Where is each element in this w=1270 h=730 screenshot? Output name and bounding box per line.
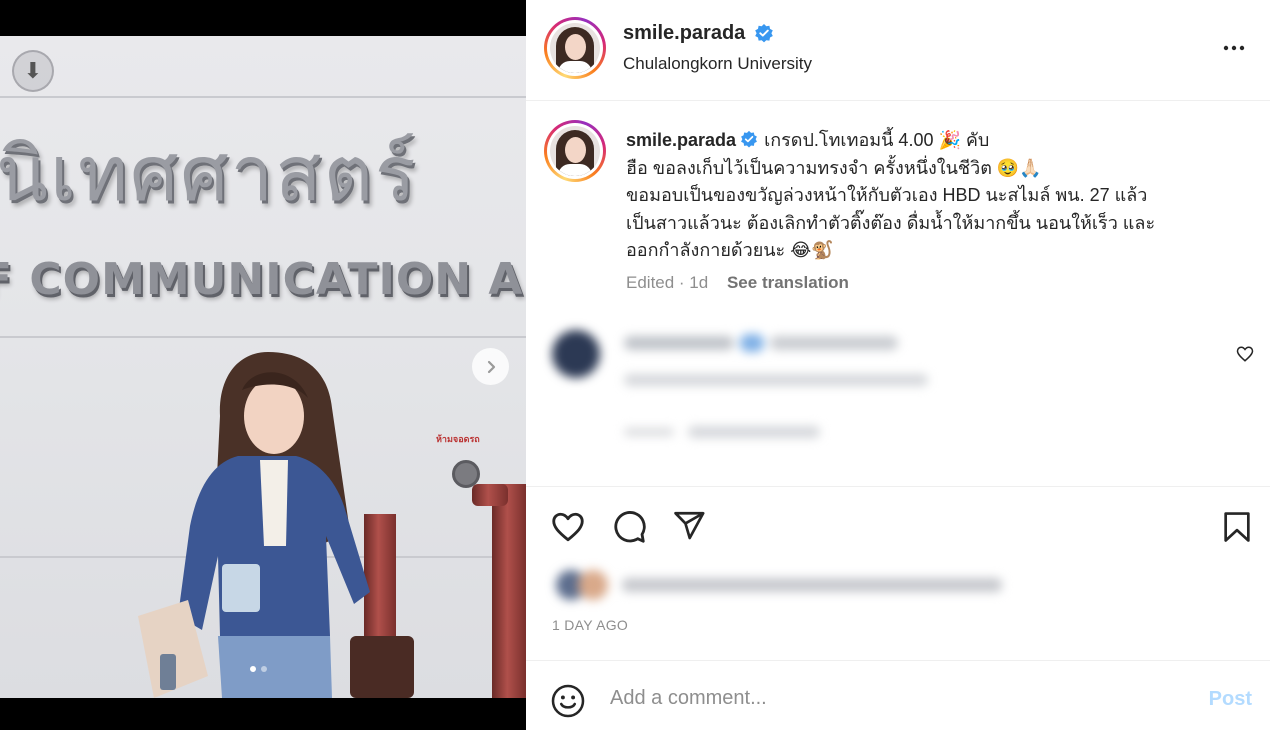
photo-thai-sign: นิเทศศาสตร์ bbox=[0, 129, 418, 218]
post-detail-panel: smile.parada Chulalongkorn University sm… bbox=[526, 0, 1270, 730]
likes-summary-blurred bbox=[542, 560, 1002, 612]
add-comment-bar: Post bbox=[526, 660, 1270, 730]
comment-icon[interactable] bbox=[611, 509, 647, 545]
carousel-dot bbox=[261, 666, 267, 672]
comment-blur-bar bbox=[624, 374, 928, 386]
photo-pipe-joint bbox=[472, 484, 508, 506]
download-icon[interactable]: ⬇ bbox=[12, 50, 54, 92]
post-timestamp: 1 DAY AGO bbox=[552, 617, 629, 633]
emoji-icon[interactable] bbox=[550, 683, 586, 719]
chevron-right-icon bbox=[487, 360, 495, 373]
like-icon[interactable] bbox=[550, 509, 586, 545]
post-comment-button[interactable]: Post bbox=[1209, 688, 1252, 711]
share-icon[interactable] bbox=[672, 509, 706, 543]
photo-pipe bbox=[492, 484, 526, 698]
comment-like-icon[interactable] bbox=[1236, 345, 1254, 363]
post-actions-bar bbox=[526, 486, 1270, 556]
comment-avatar bbox=[552, 330, 600, 378]
carousel-next-button[interactable] bbox=[472, 348, 509, 385]
blurred-comment bbox=[526, 0, 1270, 480]
photo-red-plate: ห้ามจอดรถ bbox=[436, 434, 480, 444]
comment-blur-bar bbox=[624, 428, 674, 436]
comment-blur-bar bbox=[740, 334, 764, 352]
comment-input[interactable] bbox=[610, 683, 1170, 713]
photo-person bbox=[138, 352, 370, 698]
comment-blur-bar bbox=[688, 426, 820, 438]
photo-english-sign: F COMMUNICATION ARTS bbox=[0, 254, 526, 305]
post-media-pane: นิเทศศาสตร์ F COMMUNICATION ARTS ห้ามจอด… bbox=[0, 0, 526, 730]
post-photo[interactable]: นิเทศศาสตร์ F COMMUNICATION ARTS ห้ามจอด… bbox=[0, 36, 526, 698]
carousel-dot-active bbox=[250, 666, 256, 672]
comment-blur-bar bbox=[770, 336, 898, 350]
save-bookmark-icon[interactable] bbox=[1220, 509, 1254, 545]
wall-panel-line bbox=[0, 96, 526, 98]
carousel-indicator bbox=[250, 666, 267, 672]
comment-blur-bar bbox=[624, 336, 734, 350]
